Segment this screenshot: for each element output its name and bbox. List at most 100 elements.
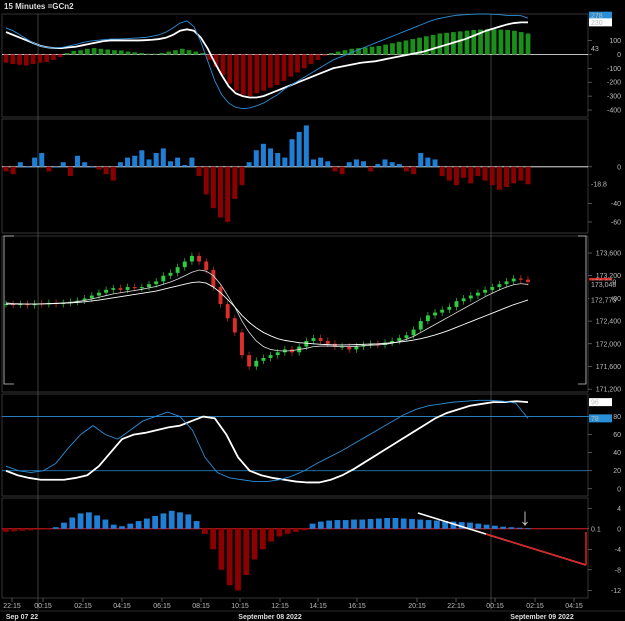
stacked-chart[interactable]: 1000-100-200-300-400278230430-40-60-18.8… bbox=[0, 0, 625, 621]
candle-body bbox=[175, 267, 180, 273]
macd-histogram-bar bbox=[166, 51, 172, 55]
x-tick-label: 16:15 bbox=[348, 603, 366, 610]
x-tick-label: 02:15 bbox=[526, 603, 544, 610]
oscillator-bar bbox=[508, 527, 515, 529]
momentum-bar bbox=[17, 162, 23, 167]
macd-histogram-bar bbox=[403, 40, 409, 55]
oscillator-bar bbox=[193, 521, 200, 529]
tick-label: 40 bbox=[613, 450, 621, 457]
candle-body bbox=[261, 357, 266, 361]
macd-histogram-bar bbox=[518, 32, 524, 55]
momentum-bar bbox=[504, 166, 510, 188]
momentum-bar bbox=[482, 166, 488, 181]
candle-body bbox=[411, 329, 416, 336]
macd-histogram-bar bbox=[430, 34, 436, 55]
oscillator-bar bbox=[284, 528, 291, 534]
x-date-label: September 08 2022 bbox=[238, 614, 302, 621]
macd-histogram-bar bbox=[491, 29, 497, 55]
candle-body bbox=[118, 288, 123, 290]
macd-histogram-bar bbox=[369, 46, 375, 55]
tick-label: 0 bbox=[617, 164, 621, 171]
momentum-bar bbox=[125, 157, 131, 167]
macd-histogram-bar bbox=[342, 50, 348, 55]
oscillator-bar bbox=[135, 521, 142, 529]
candle-body bbox=[440, 309, 445, 313]
candle-body bbox=[425, 315, 430, 322]
momentum-bar bbox=[461, 166, 467, 178]
macd-histogram-bar bbox=[44, 54, 50, 63]
tick-label: 0 bbox=[617, 52, 621, 59]
momentum-bar bbox=[446, 166, 452, 181]
oscillator-bar bbox=[392, 518, 399, 529]
candle-body bbox=[526, 279, 530, 282]
momentum-bar bbox=[518, 166, 524, 181]
last-value-label: 173,046 bbox=[591, 282, 616, 289]
macd-histogram-bar bbox=[125, 51, 131, 55]
macd-histogram-bar bbox=[145, 53, 151, 55]
momentum-bar bbox=[182, 164, 188, 167]
last-value-label: 43 bbox=[591, 46, 599, 53]
tick-label: 100 bbox=[609, 38, 621, 45]
momentum-bar bbox=[167, 161, 173, 167]
macd-histogram-bar bbox=[274, 54, 280, 85]
macd-histogram-bar bbox=[112, 50, 117, 55]
macd-histogram-bar bbox=[383, 44, 389, 55]
momentum-bar bbox=[96, 166, 102, 170]
momentum-bar bbox=[53, 166, 59, 168]
momentum-bar bbox=[339, 166, 345, 175]
candle-body bbox=[354, 346, 359, 350]
last-value-label: 172,773 bbox=[591, 297, 616, 304]
oscillator-bar bbox=[375, 518, 382, 529]
pane-frame-price bbox=[1, 235, 589, 393]
oscillator-bar bbox=[259, 528, 266, 550]
oscillator-bar bbox=[77, 513, 84, 529]
candle-body bbox=[318, 338, 323, 341]
x-tick-label: 20:15 bbox=[408, 603, 426, 610]
oscillator-bar bbox=[19, 528, 26, 531]
macd-histogram-bar bbox=[71, 50, 77, 55]
macd-histogram-bar bbox=[105, 49, 111, 55]
macd-histogram-bar bbox=[240, 54, 246, 95]
tick-label: 0 bbox=[617, 486, 621, 493]
momentum-bar bbox=[425, 157, 431, 167]
momentum-bar bbox=[218, 166, 224, 218]
oscillator-bar bbox=[160, 513, 167, 529]
candle-body bbox=[197, 255, 202, 262]
momentum-bar bbox=[189, 157, 195, 167]
momentum-bar bbox=[132, 155, 138, 167]
candle-body bbox=[182, 261, 187, 268]
oscillator-bar bbox=[210, 528, 217, 550]
macd-histogram-bar bbox=[281, 54, 287, 81]
oscillator-bar bbox=[218, 528, 225, 570]
oscillator-bar bbox=[102, 519, 109, 529]
macd-histogram-bar bbox=[37, 54, 43, 63]
candle-body bbox=[161, 275, 166, 282]
macd-histogram-bar bbox=[57, 54, 63, 58]
oscillator-bar bbox=[326, 520, 333, 529]
momentum-bar bbox=[382, 159, 388, 167]
macd-histogram-bar bbox=[234, 54, 239, 91]
macd-histogram-bar bbox=[457, 31, 463, 55]
oscillator-bar bbox=[119, 526, 125, 529]
oscillator-bar bbox=[475, 523, 482, 529]
macd-histogram-bar bbox=[525, 33, 531, 55]
oscillator-bar bbox=[491, 525, 498, 529]
momentum-bar bbox=[117, 162, 123, 167]
candle-body bbox=[232, 318, 237, 333]
macd-histogram-bar bbox=[268, 54, 273, 88]
oscillator-bar bbox=[94, 515, 101, 529]
momentum-bar bbox=[146, 159, 152, 167]
momentum-bar bbox=[296, 131, 302, 167]
macd-histogram-bar bbox=[390, 43, 395, 55]
tick-label: -100 bbox=[607, 66, 621, 73]
momentum-bar bbox=[525, 166, 531, 185]
momentum-bar bbox=[10, 166, 16, 175]
macd-histogram-bar bbox=[335, 51, 341, 55]
tick-label: 4 bbox=[617, 506, 621, 513]
tick-label: 0 bbox=[617, 526, 621, 533]
oscillator-bar bbox=[110, 524, 117, 529]
momentum-bar bbox=[210, 166, 216, 209]
down-arrow-icon: ↓ bbox=[519, 504, 531, 531]
momentum-bar bbox=[310, 159, 316, 167]
oscillator-bar bbox=[417, 519, 424, 529]
